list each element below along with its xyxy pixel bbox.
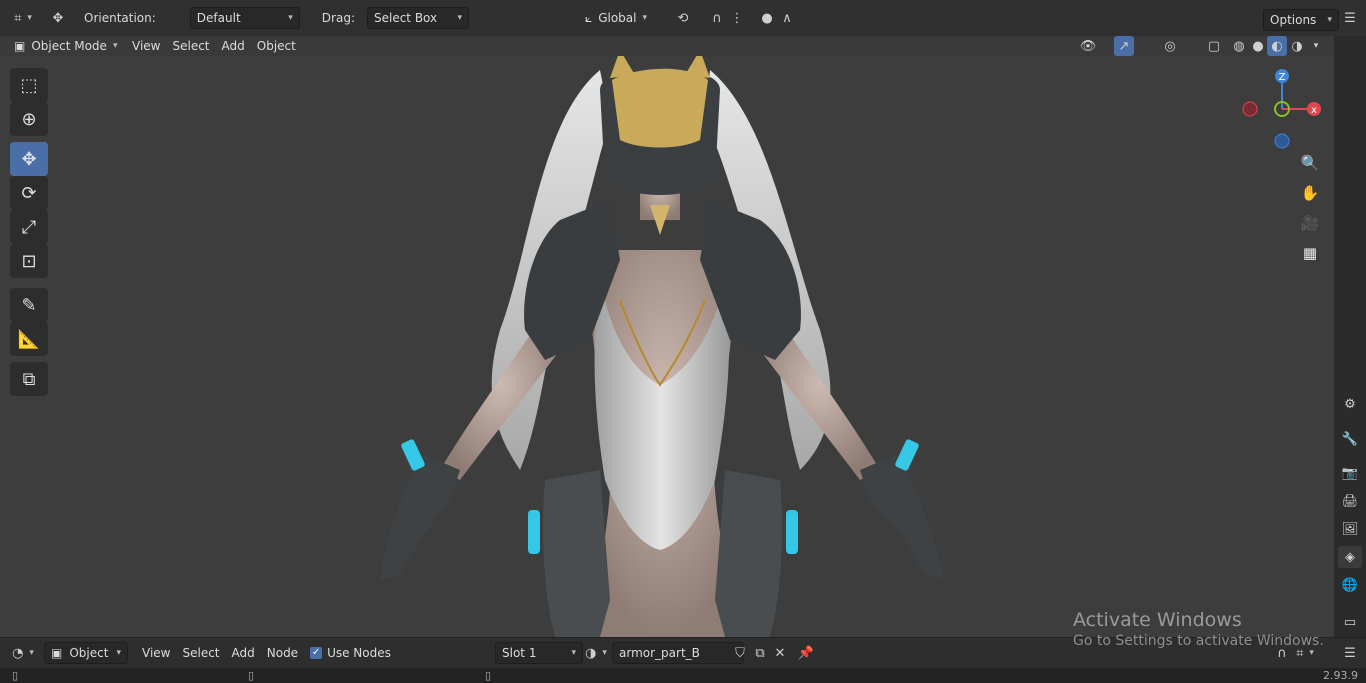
cursor-tool[interactable]: ⊕ xyxy=(10,102,48,136)
mouse-middle-icon: ▯ xyxy=(248,669,255,682)
node-menu-select[interactable]: Select xyxy=(176,643,225,663)
material-shading-icon[interactable]: ◐ xyxy=(1267,36,1287,56)
visibility-icon[interactable]: 👁 xyxy=(1078,36,1098,56)
duplicate-icon[interactable]: ⧉ xyxy=(750,643,770,663)
svg-text:x: x xyxy=(1311,105,1317,116)
use-nodes-toggle[interactable]: ✓ Use Nodes xyxy=(304,643,397,663)
pivot-icon[interactable]: ⟲ xyxy=(673,8,693,28)
view-layer-icon[interactable]: 🖼 xyxy=(1338,518,1362,540)
rendered-shading-icon[interactable]: ◑ xyxy=(1287,36,1307,56)
rotate-tool[interactable]: ⟳ xyxy=(10,176,48,210)
material-name-value: armor_part_B xyxy=(619,646,700,660)
object-mode-dropdown[interactable]: ▣ Object Mode ▾ xyxy=(8,36,120,56)
xray-icon[interactable]: ▢ xyxy=(1204,36,1224,56)
overlay-icon[interactable]: ◎ xyxy=(1160,36,1180,56)
editor-type-icon[interactable]: ⌗ ▾ xyxy=(8,8,38,28)
watermark-subtitle: Go to Settings to activate Windows. xyxy=(1073,633,1324,649)
object-type-dropdown[interactable]: ▣ Object ▾ xyxy=(44,642,128,664)
mouse-right-icon: ▯ xyxy=(485,669,492,682)
menu-object[interactable]: Object xyxy=(251,36,302,56)
world-icon[interactable]: 🌐 xyxy=(1338,574,1362,596)
use-nodes-checkbox[interactable]: ✓ xyxy=(310,647,323,659)
close-icon[interactable]: ✕ xyxy=(770,643,790,663)
mode-value: Object Mode xyxy=(31,39,107,53)
hand-icon[interactable]: ✋ xyxy=(1297,180,1323,206)
menu-icon[interactable]: ☰ xyxy=(1340,643,1360,663)
object-type-value: Object xyxy=(69,646,109,660)
options-dropdown[interactable]: Options ▾ xyxy=(1263,9,1339,31)
orientation-label: Orientation: xyxy=(84,11,156,25)
select-box-tool[interactable]: ⬚ xyxy=(10,68,48,102)
grid-icon[interactable]: ▦ xyxy=(1297,240,1323,266)
measure-tool[interactable]: 📐 xyxy=(10,322,48,356)
falloff-icon[interactable]: ∧ xyxy=(777,8,797,28)
material-icon[interactable]: ◑ ▾ xyxy=(582,643,610,663)
menu-view[interactable]: View xyxy=(126,36,166,56)
solid-shading-icon[interactable]: ● xyxy=(1248,36,1268,56)
proportional-edit-icon[interactable]: ● xyxy=(757,8,777,28)
outliner-icon[interactable]: ☰ xyxy=(1340,8,1360,28)
add-cube-tool[interactable]: ⧉ xyxy=(10,362,48,396)
shading-options-icon[interactable]: ▾ xyxy=(1306,36,1326,56)
character-model xyxy=(380,56,945,637)
version-label: 2.93.9 xyxy=(1323,669,1358,682)
fake-user-icon[interactable]: ⛉ xyxy=(730,643,750,663)
orientation-dropdown[interactable]: Default ▾ xyxy=(189,7,300,29)
collection-icon[interactable]: ▭ xyxy=(1338,611,1362,633)
chevron-down-icon: ▾ xyxy=(288,13,293,23)
transform-space-value: Global xyxy=(598,11,637,25)
viewport-header: ▣ Object Mode ▾ View Select Add Object 👁 … xyxy=(0,36,1334,56)
output-icon[interactable]: 🖨 xyxy=(1338,490,1362,512)
use-nodes-label: Use Nodes xyxy=(327,646,391,660)
navigation-gizmo[interactable]: Z x xyxy=(1237,68,1327,158)
menu-select[interactable]: Select xyxy=(166,36,215,56)
move-tool-icon: ✥ xyxy=(52,10,64,26)
axis-icon: ⟀ xyxy=(584,10,593,25)
drag-label: Drag: xyxy=(321,11,355,25)
gizmo-z-label: Z xyxy=(1279,72,1286,83)
annotate-tool[interactable]: ✎ xyxy=(10,288,48,322)
node-menu-node[interactable]: Node xyxy=(261,643,304,663)
slot-value: Slot 1 xyxy=(502,646,537,660)
transform-tool[interactable]: ⊡ xyxy=(10,244,48,278)
node-menu-view[interactable]: View xyxy=(136,643,176,663)
camera-icon[interactable]: 🎥 xyxy=(1297,210,1323,236)
zoom-icon[interactable]: 🔍 xyxy=(1297,150,1323,176)
tool-properties-icon[interactable]: ⚙ xyxy=(1338,393,1362,415)
3d-viewport[interactable]: ⬚ ⊕ ✥ ⟳ ⤢ ⊡ ✎ 📐 ⧉ Z x 🔍 ✋ 🎥 ▦ xyxy=(0,56,1334,637)
tool-settings-bar: ⌗ ▾ ✥ Orientation: Default ▾ Drag: Select … xyxy=(0,0,1366,36)
snap-target-icon[interactable]: ⋮ xyxy=(727,8,747,28)
mouse-left-icon: ▯ xyxy=(12,669,19,682)
transform-orientation-dropdown[interactable]: ⟀ Global ▾ xyxy=(579,8,667,28)
snap-icon[interactable]: ∩ xyxy=(707,8,727,28)
drag-dropdown[interactable]: Select Box ▾ xyxy=(366,7,469,29)
mode-icon: ▣ xyxy=(14,39,26,53)
options-label: Options xyxy=(1270,13,1317,27)
watermark-title: Activate Windows xyxy=(1073,609,1242,631)
move-tool[interactable]: ✥ xyxy=(10,142,48,176)
orientation-value: Default xyxy=(196,11,241,25)
tool-icon[interactable]: 🔧 xyxy=(1338,428,1362,450)
status-bar: ▯ ▯ ▯ 2.93.9 xyxy=(0,668,1366,683)
gizmo-toggle-icon[interactable]: ↗ xyxy=(1114,36,1134,56)
object-icon: ▣ xyxy=(51,646,63,660)
scale-tool[interactable]: ⤢ xyxy=(10,210,48,244)
drag-value: Select Box xyxy=(373,11,438,25)
wireframe-shading-icon[interactable]: ◍ xyxy=(1229,36,1249,56)
material-name-field[interactable]: armor_part_B xyxy=(612,642,744,664)
editor-type-icon[interactable]: ◔ ▾ xyxy=(8,643,38,663)
scene-icon[interactable]: ◈ xyxy=(1338,546,1362,568)
chevron-down-icon: ▾ xyxy=(457,13,462,23)
slot-dropdown[interactable]: Slot 1 ▾ xyxy=(495,642,583,664)
menu-add[interactable]: Add xyxy=(216,36,251,56)
node-menu-add[interactable]: Add xyxy=(226,643,261,663)
render-icon[interactable]: 📷 xyxy=(1338,462,1362,484)
pin-icon[interactable]: 📌 xyxy=(796,643,816,663)
